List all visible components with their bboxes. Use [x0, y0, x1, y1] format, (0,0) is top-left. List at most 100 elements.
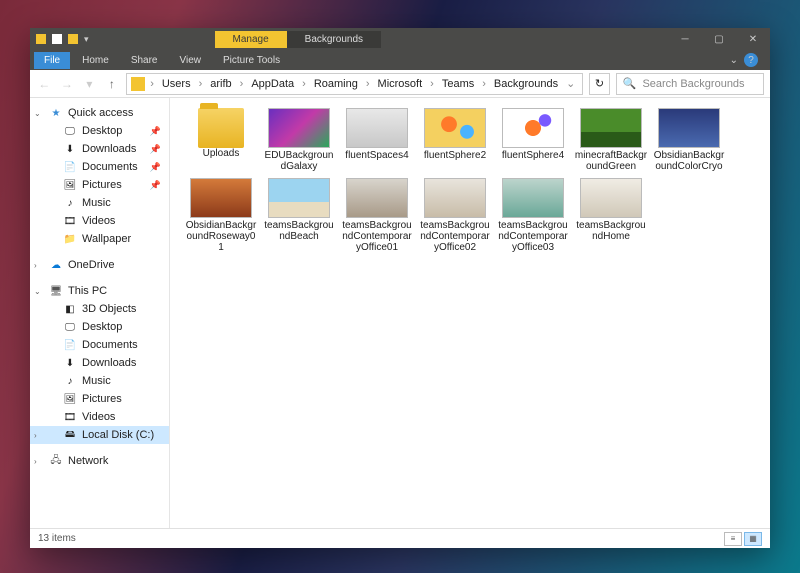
sidebar-item[interactable]: ◧3D Objects [30, 300, 169, 318]
sidebar-item[interactable]: ›🖴Local Disk (C:) [30, 426, 169, 444]
ribbon-collapse-icon[interactable]: ⌄ [730, 55, 738, 66]
qat-dropdown-icon[interactable]: ▾ [84, 34, 89, 45]
sidebar-item[interactable]: 🎞Videos [30, 212, 169, 230]
qat-icon[interactable] [52, 34, 62, 44]
status-item-count: 13 items [38, 533, 76, 544]
file-pane[interactable]: UploadsEDUBackgroundGalaxyfluentSpaces4 f… [170, 98, 770, 528]
address-bar-row: ← → ▾ ↑ › Users›arifb›AppData›Roaming›Mi… [30, 70, 770, 98]
tab-file[interactable]: File [34, 52, 70, 69]
minimize-button[interactable]: ─ [668, 28, 702, 50]
chevron-right-icon[interactable]: › [237, 78, 247, 90]
image-item[interactable]: fluentSpaces4 [340, 108, 414, 172]
tab-view[interactable]: View [170, 52, 212, 69]
sidebar-item[interactable]: 📁Wallpaper [30, 230, 169, 248]
sidebar-item[interactable]: 🖼Pictures📌 [30, 176, 169, 194]
chevron-right-icon[interactable]: › [299, 78, 309, 90]
chevron-down-icon[interactable]: ⌄ [34, 109, 41, 118]
nav-forward-button[interactable]: → [59, 77, 76, 91]
breadcrumb-segment[interactable]: Users [159, 78, 194, 90]
ribbon-context-manage[interactable]: Manage [215, 31, 287, 48]
file-label: ObsidianBackgroundRoseway01 [184, 220, 258, 253]
nav-tree[interactable]: ⌄ ★ Quick access 🖵Desktop📌⬇Downloads📌📄Do… [30, 98, 170, 528]
image-item[interactable]: ObsidianBackgroundColorCryo [652, 108, 726, 172]
folder-icon: 🖵 [64, 321, 76, 333]
breadcrumb-segment[interactable]: Microsoft [375, 78, 426, 90]
sidebar-item[interactable]: ♪Music [30, 194, 169, 212]
sidebar-item[interactable]: 🖼Pictures [30, 390, 169, 408]
refresh-button[interactable]: ↻ [589, 73, 609, 95]
folder-icon [198, 108, 244, 148]
sidebar-quick-access[interactable]: ⌄ ★ Quick access [30, 104, 169, 122]
sidebar-this-pc[interactable]: ⌄ 🖥 This PC [30, 282, 169, 300]
chevron-right-icon[interactable]: › [147, 78, 157, 90]
sidebar-item[interactable]: ⬇Downloads📌 [30, 140, 169, 158]
search-input[interactable]: 🔍 Search Backgrounds [616, 73, 764, 95]
nav-recent-dropdown[interactable]: ▾ [81, 77, 98, 91]
image-thumbnail [424, 108, 486, 148]
tab-picture-tools[interactable]: Picture Tools [213, 52, 290, 69]
sidebar-item[interactable]: 📄Documents [30, 336, 169, 354]
explorer-window: ▾ Manage Backgrounds ─ ▢ ✕ File Home Sha… [30, 28, 770, 548]
window-title: Backgrounds [287, 31, 381, 48]
image-item[interactable]: teamsBackgroundHome [574, 178, 648, 253]
sidebar-item[interactable]: ⬇Downloads [30, 354, 169, 372]
qat-icon[interactable] [68, 34, 78, 44]
sidebar-item[interactable]: 🎞Videos [30, 408, 169, 426]
chevron-right-icon[interactable]: › [196, 78, 206, 90]
sidebar-onedrive[interactable]: › ☁ OneDrive [30, 256, 169, 274]
explorer-icon [36, 34, 46, 44]
nav-back-button[interactable]: ← [36, 77, 53, 91]
file-label: teamsBackgroundHome [574, 220, 648, 242]
sidebar-network[interactable]: › 🖧 Network [30, 452, 169, 470]
tab-home[interactable]: Home [72, 52, 119, 69]
breadcrumb-segment[interactable]: Teams [439, 78, 477, 90]
image-item[interactable]: teamsBackgroundBeach [262, 178, 336, 253]
pin-icon: 📌 [150, 180, 161, 191]
file-label: fluentSphere2 [424, 150, 486, 161]
image-item[interactable]: fluentSphere4 [496, 108, 570, 172]
close-button[interactable]: ✕ [736, 28, 770, 50]
chevron-right-icon[interactable]: › [363, 78, 373, 90]
maximize-button[interactable]: ▢ [702, 28, 736, 50]
help-icon[interactable]: ? [744, 53, 758, 67]
chevron-right-icon[interactable]: › [34, 261, 37, 270]
folder-item[interactable]: Uploads [184, 108, 258, 172]
tab-share[interactable]: Share [121, 52, 168, 69]
image-item[interactable]: minecraftBackgroundGreen [574, 108, 648, 172]
image-item[interactable]: EDUBackgroundGalaxy [262, 108, 336, 172]
image-item[interactable]: fluentSphere2 [418, 108, 492, 172]
nav-up-button[interactable]: ↑ [104, 77, 121, 91]
sidebar-item[interactable]: 📄Documents📌 [30, 158, 169, 176]
folder-icon: 🖵 [64, 125, 76, 137]
breadcrumb[interactable]: › Users›arifb›AppData›Roaming›Microsoft›… [126, 73, 583, 95]
view-details-button[interactable]: ≡ [724, 532, 742, 546]
folder-icon: 📄 [64, 339, 76, 351]
breadcrumb-segment[interactable]: Roaming [311, 78, 361, 90]
chevron-right-icon[interactable]: › [34, 457, 37, 466]
folder-icon: 🖼 [64, 393, 76, 405]
chevron-right-icon[interactable]: › [479, 78, 489, 90]
sidebar-item[interactable]: 🖵Desktop [30, 318, 169, 336]
chevron-right-icon[interactable]: › [34, 431, 37, 440]
image-item[interactable]: ObsidianBackgroundRoseway01 [184, 178, 258, 253]
file-label: teamsBackgroundContemporaryOffice03 [496, 220, 570, 253]
view-icons-button[interactable]: ▦ [744, 532, 762, 546]
folder-icon: ⬇ [64, 143, 76, 155]
breadcrumb-segment[interactable]: AppData [248, 78, 297, 90]
folder-icon: ♪ [64, 197, 76, 209]
chevron-right-icon[interactable]: › [427, 78, 437, 90]
breadcrumb-dropdown-icon[interactable]: ⌄ [563, 77, 578, 90]
sidebar-item[interactable]: ♪Music [30, 372, 169, 390]
breadcrumb-segment[interactable]: Backgrounds [491, 78, 561, 90]
chevron-down-icon[interactable]: ⌄ [34, 287, 41, 296]
image-thumbnail [502, 178, 564, 218]
pin-icon: 📌 [150, 126, 161, 137]
breadcrumb-segment[interactable]: arifb [207, 78, 234, 90]
folder-icon: ⬇ [64, 357, 76, 369]
image-item[interactable]: teamsBackgroundContemporaryOffice01 [340, 178, 414, 253]
titlebar[interactable]: ▾ Manage Backgrounds ─ ▢ ✕ [30, 28, 770, 50]
image-item[interactable]: teamsBackgroundContemporaryOffice03 [496, 178, 570, 253]
sidebar-item[interactable]: 🖵Desktop📌 [30, 122, 169, 140]
file-label: teamsBackgroundContemporaryOffice01 [340, 220, 414, 253]
image-item[interactable]: teamsBackgroundContemporaryOffice02 [418, 178, 492, 253]
